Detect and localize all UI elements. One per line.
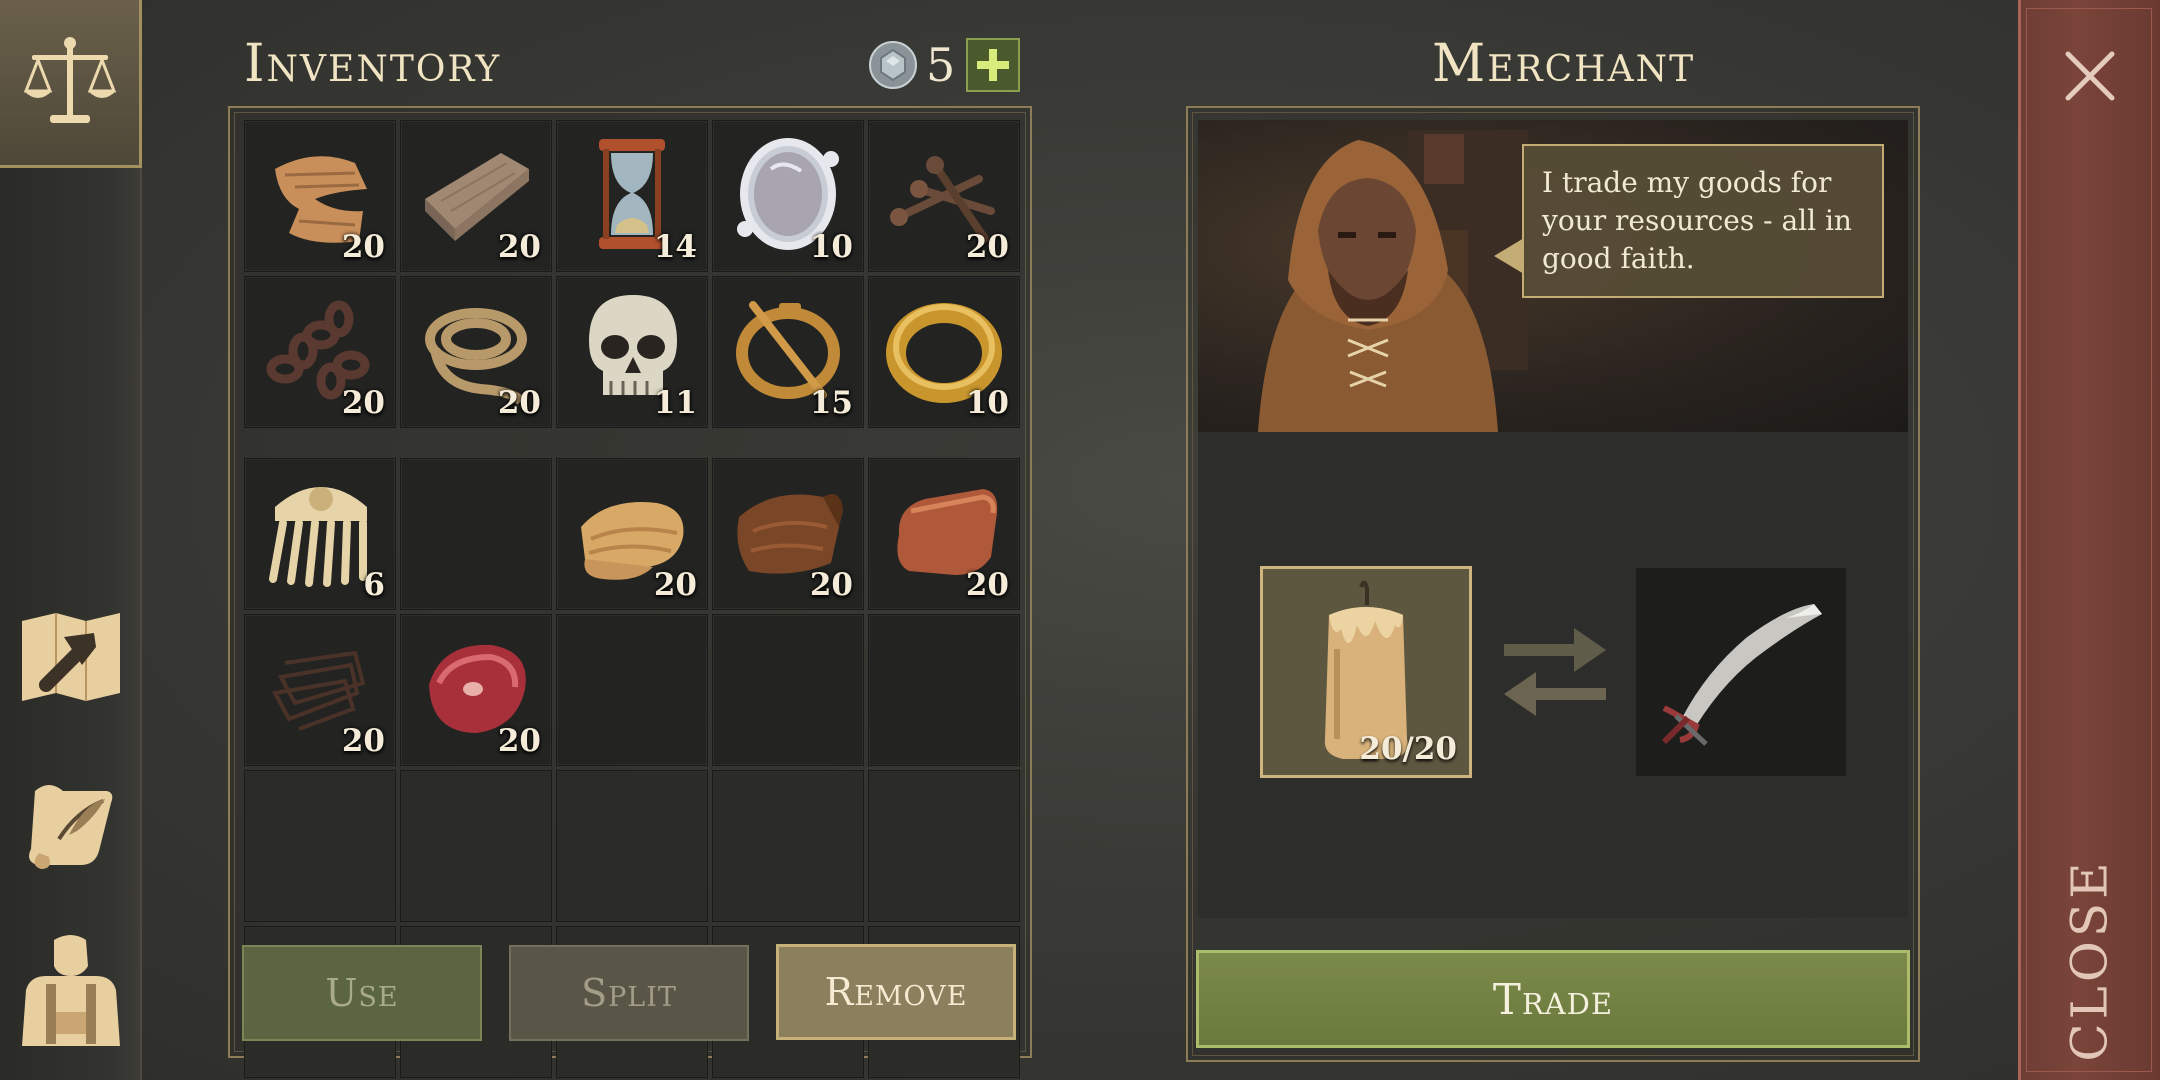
inventory-slot-linen-bolt[interactable]: 20 — [556, 458, 708, 610]
trade-give-slot[interactable]: 20/20 — [1260, 566, 1472, 778]
trade-give-count: 20/20 — [1359, 731, 1457, 767]
inventory-slot-empty[interactable] — [868, 770, 1020, 922]
item-count: 20 — [341, 385, 385, 421]
inventory-slot-raw-meat[interactable]: 20 — [400, 614, 552, 766]
hammer-map-icon — [22, 613, 120, 701]
scimitar-icon — [1661, 604, 1822, 746]
use-button[interactable]: Use — [242, 945, 482, 1041]
close-x-icon[interactable] — [2060, 46, 2120, 106]
exchange-arrows-icon — [1500, 622, 1610, 722]
speech-tail — [1494, 238, 1524, 274]
nav-tab-trade[interactable] — [0, 0, 142, 168]
item-count: 6 — [363, 567, 385, 603]
trade-button[interactable]: Trade — [1196, 950, 1910, 1048]
item-count: 20 — [653, 567, 697, 603]
item-count: 20 — [497, 723, 541, 759]
inventory-slot-empty[interactable] — [556, 770, 708, 922]
inventory-slot-empty[interactable] — [244, 770, 396, 922]
add-currency-button[interactable] — [966, 38, 1020, 92]
inventory-slot-empty[interactable] — [556, 614, 708, 766]
inventory-slot-wooden-plank[interactable]: 20 — [400, 120, 552, 272]
close-label: CLOSE — [2061, 858, 2120, 1062]
item-count: 20 — [965, 567, 1009, 603]
inventory-slot-chain[interactable]: 20 — [244, 276, 396, 428]
inventory-slot-gold-ring[interactable]: 10 — [868, 276, 1020, 428]
item-count: 20 — [497, 229, 541, 265]
item-count: 20 — [341, 229, 385, 265]
inventory-slot-leather[interactable]: 20 — [712, 458, 864, 610]
merchant-title: Merchant — [1432, 34, 1696, 94]
item-count: 20 — [497, 385, 541, 421]
nav-character-button[interactable] — [12, 930, 130, 1048]
trade-receive-slot[interactable] — [1636, 568, 1846, 776]
split-button[interactable]: Split — [509, 945, 749, 1041]
inventory-slot-wire[interactable]: 20 — [244, 614, 396, 766]
item-count: 20 — [341, 723, 385, 759]
scroll-quill-icon — [29, 785, 113, 869]
scales-icon — [23, 36, 116, 123]
inventory-slot-skull[interactable]: 11 — [556, 276, 708, 428]
item-count: 15 — [809, 385, 853, 421]
inventory-slot-silver-mirror[interactable]: 10 — [712, 120, 864, 272]
inventory-slot-nails[interactable]: 20 — [868, 120, 1020, 272]
currency-amount: 5 — [926, 38, 956, 92]
item-count: 20 — [809, 567, 853, 603]
inventory-slot-empty[interactable] — [400, 770, 552, 922]
inventory-title: Inventory — [244, 34, 502, 94]
item-count: 11 — [653, 385, 697, 421]
nav-crafting-button[interactable] — [12, 598, 130, 716]
nav-quests-button[interactable] — [12, 766, 130, 884]
inventory-slot-rope[interactable]: 20 — [400, 276, 552, 428]
inventory-slot-brooch[interactable]: 15 — [712, 276, 864, 428]
item-count: 10 — [965, 385, 1009, 421]
inventory-slot-ornate-comb[interactable]: 6 — [244, 458, 396, 610]
inventory-slot-empty[interactable] — [400, 458, 552, 610]
item-count: 14 — [653, 229, 697, 265]
inventory-slot-empty[interactable] — [868, 614, 1020, 766]
inventory-slot-hourglass[interactable]: 14 — [556, 120, 708, 272]
item-count: 10 — [809, 229, 853, 265]
gem-coin-icon — [868, 40, 918, 90]
inventory-slot-copper-ingot[interactable]: 20 — [868, 458, 1020, 610]
inventory-slot-empty[interactable] — [712, 770, 864, 922]
character-backpack-icon — [22, 935, 120, 1046]
merchant-speech-bubble: I trade my goods for your resources - al… — [1522, 144, 1884, 298]
inventory-grid: 20 20 14 10 20 20 20 11 15 10 6 20 20 20 20 20 — [244, 120, 1024, 1078]
inventory-slot-empty[interactable] — [712, 614, 864, 766]
plus-icon — [977, 49, 1009, 81]
inventory-slot-cloth-scraps[interactable]: 20 — [244, 120, 396, 272]
remove-button[interactable]: Remove — [776, 944, 1016, 1040]
close-button[interactable]: CLOSE — [2030, 858, 2150, 1062]
item-count: 20 — [965, 229, 1009, 265]
